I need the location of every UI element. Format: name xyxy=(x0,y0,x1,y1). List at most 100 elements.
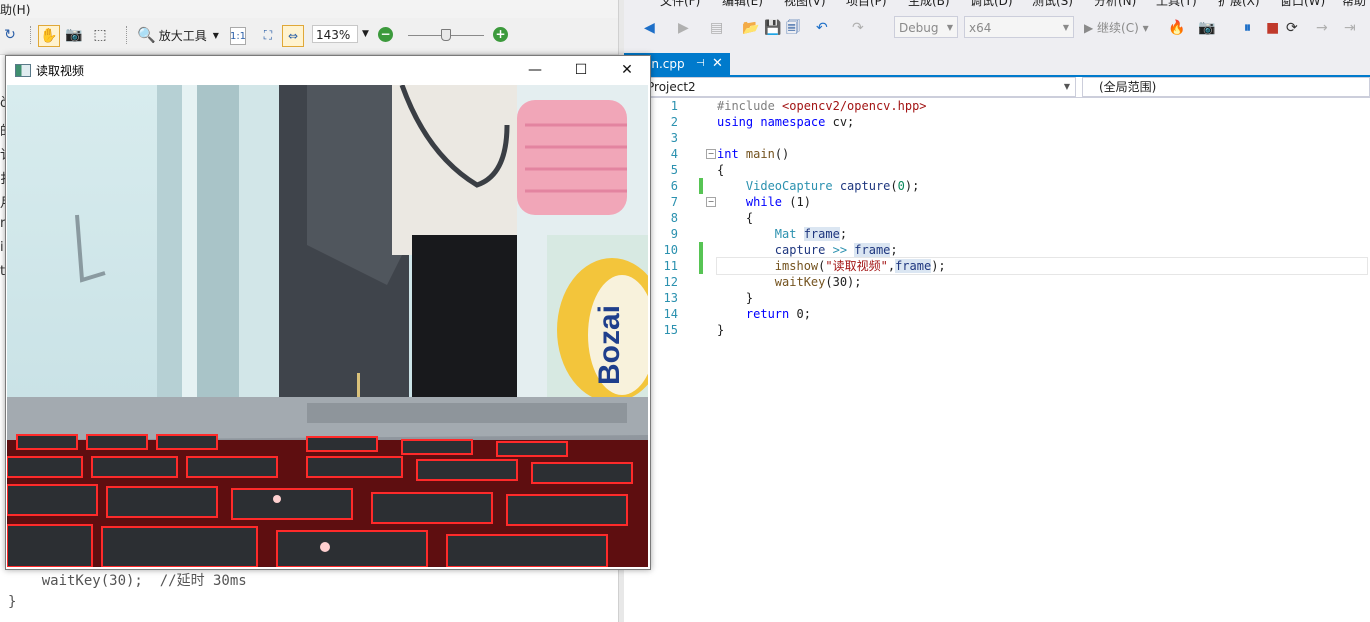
pin-icon[interactable]: ⊣ xyxy=(696,53,705,75)
ide-menu-item[interactable]: 帮助(H) xyxy=(1342,0,1370,8)
code-text[interactable]: #include <opencv2/opencv.hpp> using names… xyxy=(716,98,1368,338)
fit-width-icon[interactable]: ⇔ xyxy=(282,25,304,47)
maximize-button[interactable]: ☐ xyxy=(558,56,604,85)
ide-menu-item[interactable]: 测试(S) xyxy=(1032,0,1073,8)
zoom-out-icon[interactable]: − xyxy=(378,27,393,42)
stop-icon[interactable]: ■ xyxy=(1266,19,1279,37)
chevron-down-icon: ▼ xyxy=(1062,23,1069,32)
code-token: cv; xyxy=(832,115,855,129)
ide-menu-item[interactable]: 扩展(X) xyxy=(1218,0,1260,8)
step-into-icon[interactable]: ⇥ xyxy=(1344,19,1356,37)
code-token: { xyxy=(717,163,725,177)
code-line[interactable]: } xyxy=(717,290,1367,306)
scope-dropdown[interactable]: (全局范围) xyxy=(1082,77,1370,97)
code-token: ; xyxy=(890,243,898,257)
video-window-titlebar[interactable]: 读取视频 — ☐ ✕ xyxy=(6,56,650,85)
fit-page-icon[interactable]: ⛶ xyxy=(258,25,278,45)
bottle-brand-label: Bozai xyxy=(593,305,626,385)
continue-label: 继续(C) xyxy=(1097,21,1139,35)
viewer-toolbar: ↻ ✋ 📷 ⬚ 🔍 放大工具 ▼ 1:1 ⛶ ⇔ 143% ▼ − + xyxy=(0,18,620,55)
code-line[interactable]: VideoCapture capture(0); xyxy=(717,178,1367,194)
chevron-down-icon: ▼ xyxy=(212,30,219,40)
actual-size-icon[interactable]: 1:1 xyxy=(230,27,246,45)
code-line[interactable]: imshow("读取视频",frame); xyxy=(716,257,1368,275)
back-icon[interactable]: ◀ xyxy=(644,19,655,37)
screenshot-icon[interactable]: 📷 xyxy=(1198,19,1215,37)
code-line[interactable]: while (1) xyxy=(717,194,1367,210)
camera-icon[interactable]: 📷 xyxy=(64,25,84,45)
code-token: 0; xyxy=(796,307,811,321)
select-tool-icon[interactable]: ⬚ xyxy=(90,25,110,45)
code-line[interactable]: using namespace cv; xyxy=(717,114,1367,130)
forward-icon[interactable]: ▶ xyxy=(678,19,689,37)
change-marker xyxy=(699,178,703,194)
change-marker xyxy=(699,258,703,274)
left-document-code: waitKey(30); //延时 30ms } xyxy=(8,570,608,618)
ide-menu-item[interactable]: 工具(T) xyxy=(1156,0,1197,8)
pause-icon[interactable]: ⏸ xyxy=(1244,19,1251,37)
viewer-menubar: 助(H) xyxy=(0,0,620,18)
fold-toggle-icon[interactable]: − xyxy=(706,197,716,207)
chevron-down-icon: ▼ xyxy=(1063,82,1070,91)
refresh-icon[interactable]: ↻ xyxy=(0,25,20,45)
code-line[interactable] xyxy=(717,130,1367,146)
code-line[interactable]: Mat frame; xyxy=(717,226,1367,242)
save-icon[interactable]: 💾 xyxy=(764,19,781,37)
ide-menu-item[interactable]: 编辑(E) xyxy=(722,0,763,8)
code-line[interactable]: capture >> frame; xyxy=(717,242,1367,258)
code-editor[interactable]: 1 2 3 4 5 6 7 8 9 10 11 12 13 14 15 #include <opencv2/… xyxy=(624,98,1370,622)
hot-reload-icon[interactable]: 🔥 xyxy=(1168,19,1185,37)
restart-icon[interactable]: ⟳ xyxy=(1286,19,1298,37)
platform-select[interactable]: x64 ▼ xyxy=(964,16,1074,38)
ide-menu-item[interactable]: 文件(F) xyxy=(660,0,700,8)
tab-label: in.cpp xyxy=(648,57,685,71)
code-line[interactable]: int main() xyxy=(717,146,1367,162)
play-icon: ▶ xyxy=(1084,21,1098,35)
code-line[interactable]: } xyxy=(717,322,1367,338)
undo-icon[interactable]: ↶ xyxy=(816,19,828,37)
continue-button[interactable]: ▶ 继续(C) ▾ xyxy=(1084,19,1149,37)
ide-menu-item[interactable]: 窗口(W) xyxy=(1280,0,1325,8)
code-token: (30); xyxy=(825,275,862,289)
new-item-icon[interactable]: ▤ xyxy=(710,19,723,37)
step-over-icon[interactable]: → xyxy=(1316,19,1328,37)
fold-toggle-icon[interactable]: − xyxy=(706,149,716,159)
open-folder-icon[interactable]: 📂 xyxy=(742,19,759,37)
code-token: >> xyxy=(832,243,855,257)
code-token: #include xyxy=(717,99,783,113)
redo-icon[interactable]: ↷ xyxy=(852,19,864,37)
document-tabs: in.cpp ⊣ ✕ xyxy=(624,53,1370,77)
code-token: "读取视频" xyxy=(825,259,888,273)
minimize-button[interactable]: — xyxy=(512,56,558,85)
code-token: <opencv2/opencv.hpp> xyxy=(782,99,927,113)
ide-menu-item[interactable]: 调试(D) xyxy=(970,0,1013,8)
zoom-value-field[interactable]: 143% xyxy=(312,25,358,43)
menu-help[interactable]: 助(H) xyxy=(0,1,30,18)
zoom-slider-thumb[interactable] xyxy=(441,29,452,41)
code-line[interactable]: { xyxy=(717,210,1367,226)
save-all-icon[interactable]: 🗐 xyxy=(786,19,800,37)
code-line[interactable]: return 0; xyxy=(717,306,1367,322)
ide-menu-item[interactable]: 分析(N) xyxy=(1094,0,1136,8)
app-window-icon xyxy=(15,64,31,77)
ide-menu-item[interactable]: 视图(V) xyxy=(784,0,826,8)
ide-menu-item[interactable]: 生成(B) xyxy=(908,0,950,8)
code-line[interactable]: waitKey(30); xyxy=(717,274,1367,290)
zoom-in-icon[interactable]: + xyxy=(493,27,508,42)
code-line[interactable]: { xyxy=(717,162,1367,178)
chevron-down-icon[interactable]: ▼ xyxy=(362,25,369,43)
magnifier-icon: 🔍 xyxy=(137,26,156,44)
ide-menubar: 文件(F) 编辑(E) 视图(V) 项目(P) 生成(B) 调试(D) 测试(S) 分析(N)… xyxy=(624,0,1370,8)
code-token: waitKey xyxy=(774,275,826,289)
hand-tool-icon[interactable]: ✋ xyxy=(38,25,60,47)
ide-menu-item[interactable]: 项目(P) xyxy=(846,0,887,8)
configuration-select[interactable]: Debug ▼ xyxy=(894,16,958,38)
code-token: (1) xyxy=(789,195,811,209)
code-token: while xyxy=(745,195,790,209)
video-window[interactable]: 读取视频 — ☐ ✕ Bozai xyxy=(5,55,651,570)
close-button[interactable]: ✕ xyxy=(604,56,650,85)
code-line[interactable]: #include <opencv2/opencv.hpp> xyxy=(717,98,1367,114)
project-dropdown[interactable]: Project2 ▼ xyxy=(624,77,1076,97)
close-icon[interactable]: ✕ xyxy=(712,53,723,75)
zoom-tool-button[interactable]: 🔍 放大工具 ▼ xyxy=(137,24,219,46)
